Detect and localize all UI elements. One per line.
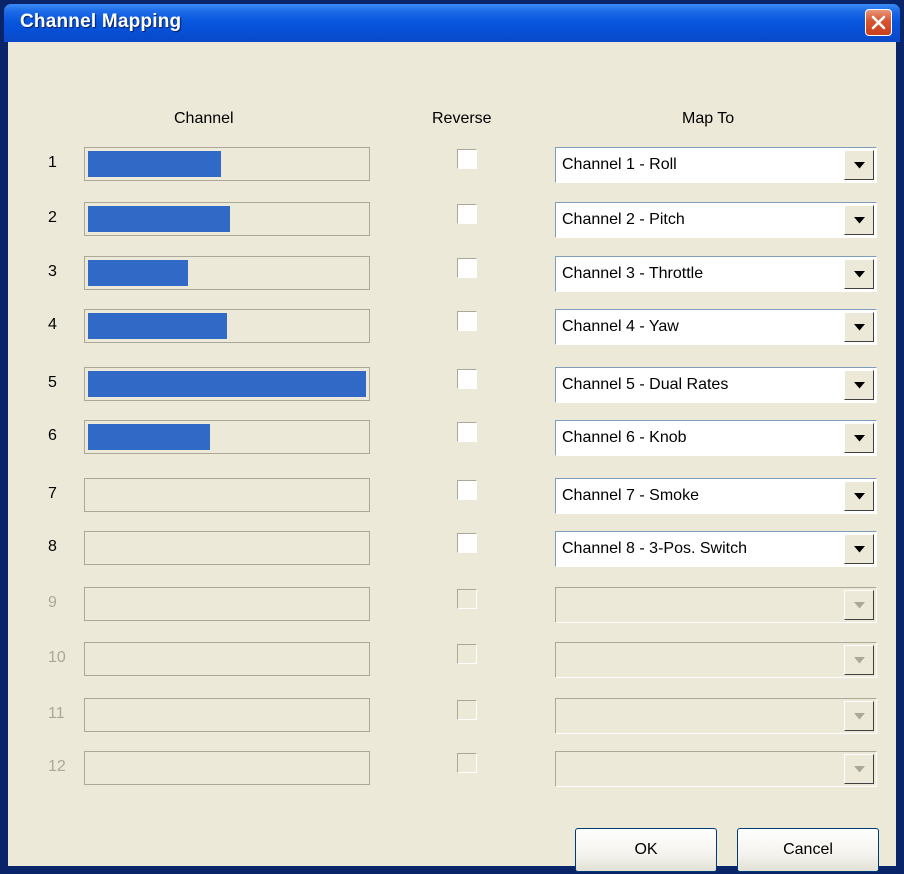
- map-to-select-4[interactable]: Channel 4 - Yaw: [555, 309, 877, 345]
- channel-level-bar-6: [84, 420, 370, 454]
- channel-level-bar-5: [84, 367, 370, 401]
- channel-level-bar-7: [84, 478, 370, 512]
- chevron-down-icon: [854, 162, 865, 169]
- map-to-value-3: Channel 3 - Throttle: [562, 265, 704, 282]
- dropdown-arrow-button[interactable]: [844, 534, 874, 564]
- map-to-select-7[interactable]: Channel 7 - Smoke: [555, 478, 877, 514]
- map-to-value-5: Channel 5 - Dual Rates: [562, 376, 729, 393]
- channel-level-fill-2: [88, 206, 230, 232]
- channel-number-8: 8: [48, 538, 57, 555]
- reverse-column-header: Reverse: [432, 110, 492, 127]
- dropdown-arrow-button[interactable]: [844, 370, 874, 400]
- channel-number-5: 5: [48, 374, 57, 391]
- dropdown-arrow-button: [844, 754, 874, 784]
- channel-number-12: 12: [48, 758, 66, 775]
- chevron-down-icon: [854, 271, 865, 278]
- channel-level-bar-10: [84, 642, 370, 676]
- channel-level-bar-11: [84, 698, 370, 732]
- dropdown-arrow-button[interactable]: [844, 481, 874, 511]
- channel-number-4: 4: [48, 316, 57, 333]
- map-to-select-9: [555, 587, 877, 623]
- channel-number-7: 7: [48, 485, 57, 502]
- close-x-icon: [871, 15, 886, 30]
- map-to-select-6[interactable]: Channel 6 - Knob: [555, 420, 877, 456]
- dropdown-arrow-button: [844, 590, 874, 620]
- channel-level-fill-4: [88, 313, 227, 339]
- map-to-select-3[interactable]: Channel 3 - Throttle: [555, 256, 877, 292]
- dropdown-arrow-button[interactable]: [844, 312, 874, 342]
- channel-level-bar-2: [84, 202, 370, 236]
- chevron-down-icon: [854, 493, 865, 500]
- close-button[interactable]: [865, 9, 892, 36]
- channel-level-bar-12: [84, 751, 370, 785]
- dialog-client-area: Channel Reverse Map To 1 Channel 1 - Roll…: [8, 42, 896, 872]
- cancel-button[interactable]: Cancel: [737, 828, 879, 872]
- chevron-down-icon: [854, 324, 865, 331]
- chevron-down-icon: [854, 217, 865, 224]
- reverse-checkbox-6[interactable]: [457, 422, 477, 442]
- channel-number-3: 3: [48, 263, 57, 280]
- channel-level-bar-4: [84, 309, 370, 343]
- chevron-down-icon: [854, 382, 865, 389]
- channel-level-fill-1: [88, 151, 221, 177]
- map-to-select-11: [555, 698, 877, 734]
- channel-level-fill-5: [88, 371, 366, 397]
- reverse-checkbox-2[interactable]: [457, 204, 477, 224]
- title-bar[interactable]: Channel Mapping: [4, 4, 900, 42]
- reverse-checkbox-1[interactable]: [457, 149, 477, 169]
- reverse-checkbox-8[interactable]: [457, 533, 477, 553]
- reverse-checkbox-11: [457, 700, 477, 720]
- window-title: Channel Mapping: [20, 11, 182, 32]
- reverse-checkbox-5[interactable]: [457, 369, 477, 389]
- chevron-down-icon: [854, 546, 865, 553]
- chevron-down-icon: [854, 766, 865, 773]
- channel-level-bar-8: [84, 531, 370, 565]
- channel-level-fill-6: [88, 424, 210, 450]
- chevron-down-icon: [854, 713, 865, 720]
- map-to-select-10: [555, 642, 877, 678]
- reverse-checkbox-9: [457, 589, 477, 609]
- chevron-down-icon: [854, 602, 865, 609]
- channel-mapping-window: Channel Mapping Channel Reverse Map To 1…: [0, 0, 904, 874]
- dropdown-arrow-button[interactable]: [844, 205, 874, 235]
- channel-level-bar-1: [84, 147, 370, 181]
- map-to-value-4: Channel 4 - Yaw: [562, 318, 679, 335]
- channel-column-header: Channel: [174, 110, 234, 127]
- channel-level-fill-3: [88, 260, 188, 286]
- channel-number-9: 9: [48, 594, 57, 611]
- reverse-checkbox-7[interactable]: [457, 480, 477, 500]
- reverse-checkbox-10: [457, 644, 477, 664]
- map-to-select-8[interactable]: Channel 8 - 3-Pos. Switch: [555, 531, 877, 567]
- map-to-value-8: Channel 8 - 3-Pos. Switch: [562, 540, 747, 557]
- chevron-down-icon: [854, 435, 865, 442]
- map-to-value-6: Channel 6 - Knob: [562, 429, 687, 446]
- map-to-column-header: Map To: [682, 110, 735, 127]
- reverse-checkbox-12: [457, 753, 477, 773]
- dropdown-arrow-button[interactable]: [844, 150, 874, 180]
- channel-number-10: 10: [48, 649, 66, 666]
- channel-number-1: 1: [48, 154, 57, 171]
- dropdown-arrow-button: [844, 645, 874, 675]
- chevron-down-icon: [854, 657, 865, 664]
- map-to-select-12: [555, 751, 877, 787]
- map-to-value-7: Channel 7 - Smoke: [562, 487, 699, 504]
- map-to-value-1: Channel 1 - Roll: [562, 156, 677, 173]
- dropdown-arrow-button[interactable]: [844, 423, 874, 453]
- map-to-value-2: Channel 2 - Pitch: [562, 211, 685, 228]
- dropdown-arrow-button[interactable]: [844, 259, 874, 289]
- channel-number-11: 11: [48, 705, 65, 722]
- map-to-select-1[interactable]: Channel 1 - Roll: [555, 147, 877, 183]
- channel-level-bar-3: [84, 256, 370, 290]
- channel-number-6: 6: [48, 427, 57, 444]
- channel-number-2: 2: [48, 209, 57, 226]
- ok-button[interactable]: OK: [575, 828, 717, 872]
- reverse-checkbox-3[interactable]: [457, 258, 477, 278]
- map-to-select-5[interactable]: Channel 5 - Dual Rates: [555, 367, 877, 403]
- reverse-checkbox-4[interactable]: [457, 311, 477, 331]
- map-to-select-2[interactable]: Channel 2 - Pitch: [555, 202, 877, 238]
- channel-level-bar-9: [84, 587, 370, 621]
- dropdown-arrow-button: [844, 701, 874, 731]
